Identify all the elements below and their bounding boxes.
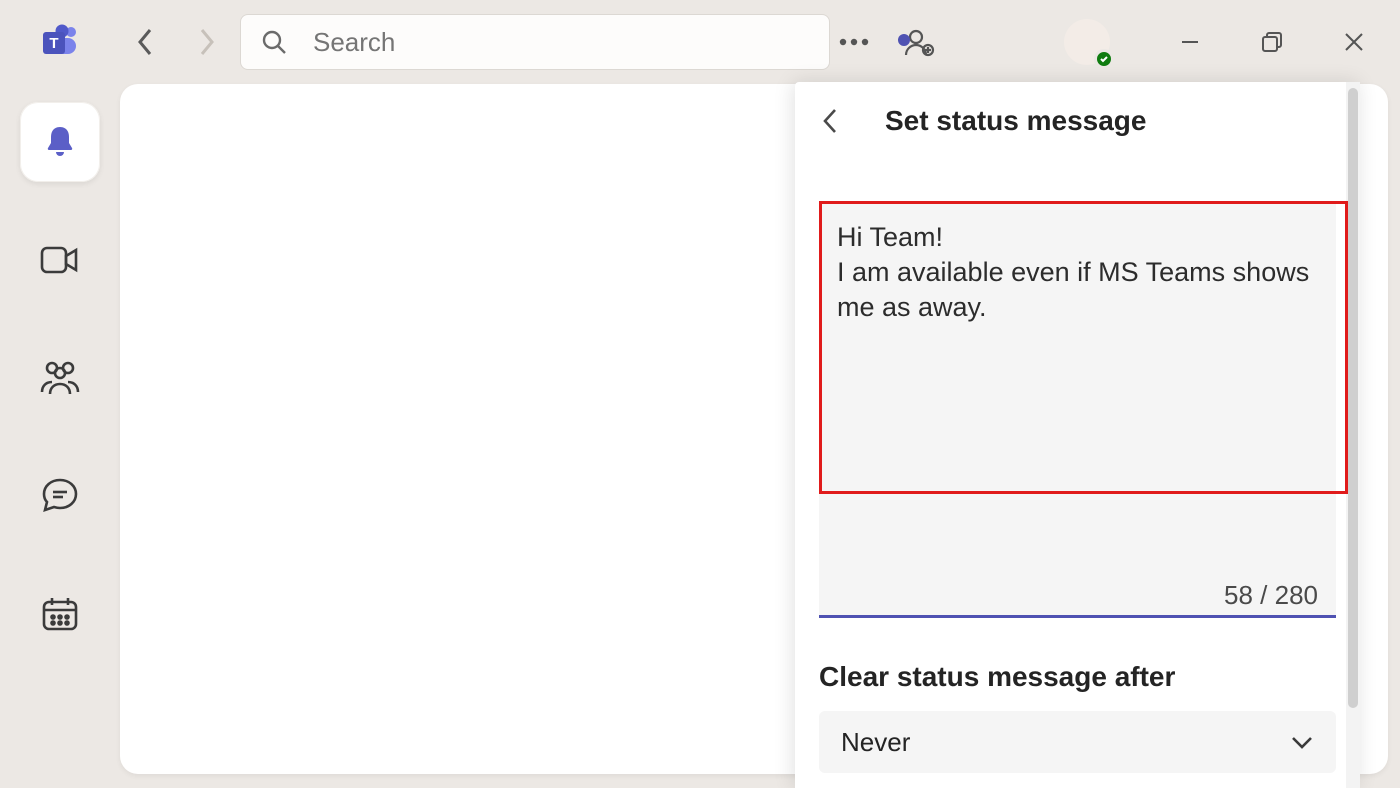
- rail-calendar-button[interactable]: [20, 574, 100, 654]
- window-close-button[interactable]: [1338, 26, 1370, 58]
- video-icon: [40, 243, 80, 277]
- teams-logo-icon: T: [40, 22, 82, 64]
- rail-chat-button[interactable]: [20, 456, 100, 536]
- more-options-button[interactable]: [838, 26, 870, 58]
- titlebar: T: [0, 0, 1400, 84]
- window-maximize-button[interactable]: [1256, 26, 1288, 58]
- people-button[interactable]: [904, 26, 936, 58]
- calendar-icon: [41, 596, 79, 632]
- svg-text:T: T: [49, 35, 58, 52]
- search-box[interactable]: [240, 14, 830, 70]
- panel-title: Set status message: [885, 105, 1146, 137]
- chevron-down-icon: [1290, 734, 1314, 750]
- search-input[interactable]: [311, 26, 829, 59]
- presence-available-icon: [1094, 49, 1114, 69]
- panel-scrollbar[interactable]: [1346, 82, 1360, 788]
- rail-meet-button[interactable]: [20, 220, 100, 300]
- status-message-panel: Set status message 58 / 280 Clear status…: [795, 82, 1360, 788]
- status-message-input[interactable]: [819, 204, 1336, 618]
- notification-dot-icon: [898, 34, 910, 46]
- nav-back-button[interactable]: [116, 12, 176, 72]
- app-rail: [0, 84, 120, 788]
- clear-after-select[interactable]: Never: [819, 711, 1336, 773]
- search-icon: [261, 29, 287, 55]
- panel-back-button[interactable]: [821, 107, 861, 135]
- character-counter: 58 / 280: [1224, 580, 1318, 611]
- bell-icon: [41, 123, 79, 161]
- rail-community-button[interactable]: [20, 338, 100, 418]
- user-avatar[interactable]: [1064, 19, 1110, 65]
- rail-activity-button[interactable]: [20, 102, 100, 182]
- clear-after-value: Never: [841, 727, 910, 758]
- people-icon: [39, 360, 81, 396]
- nav-forward-button: [176, 12, 236, 72]
- chat-icon: [41, 477, 79, 515]
- window-minimize-button[interactable]: [1174, 26, 1206, 58]
- clear-after-label: Clear status message after: [819, 661, 1336, 693]
